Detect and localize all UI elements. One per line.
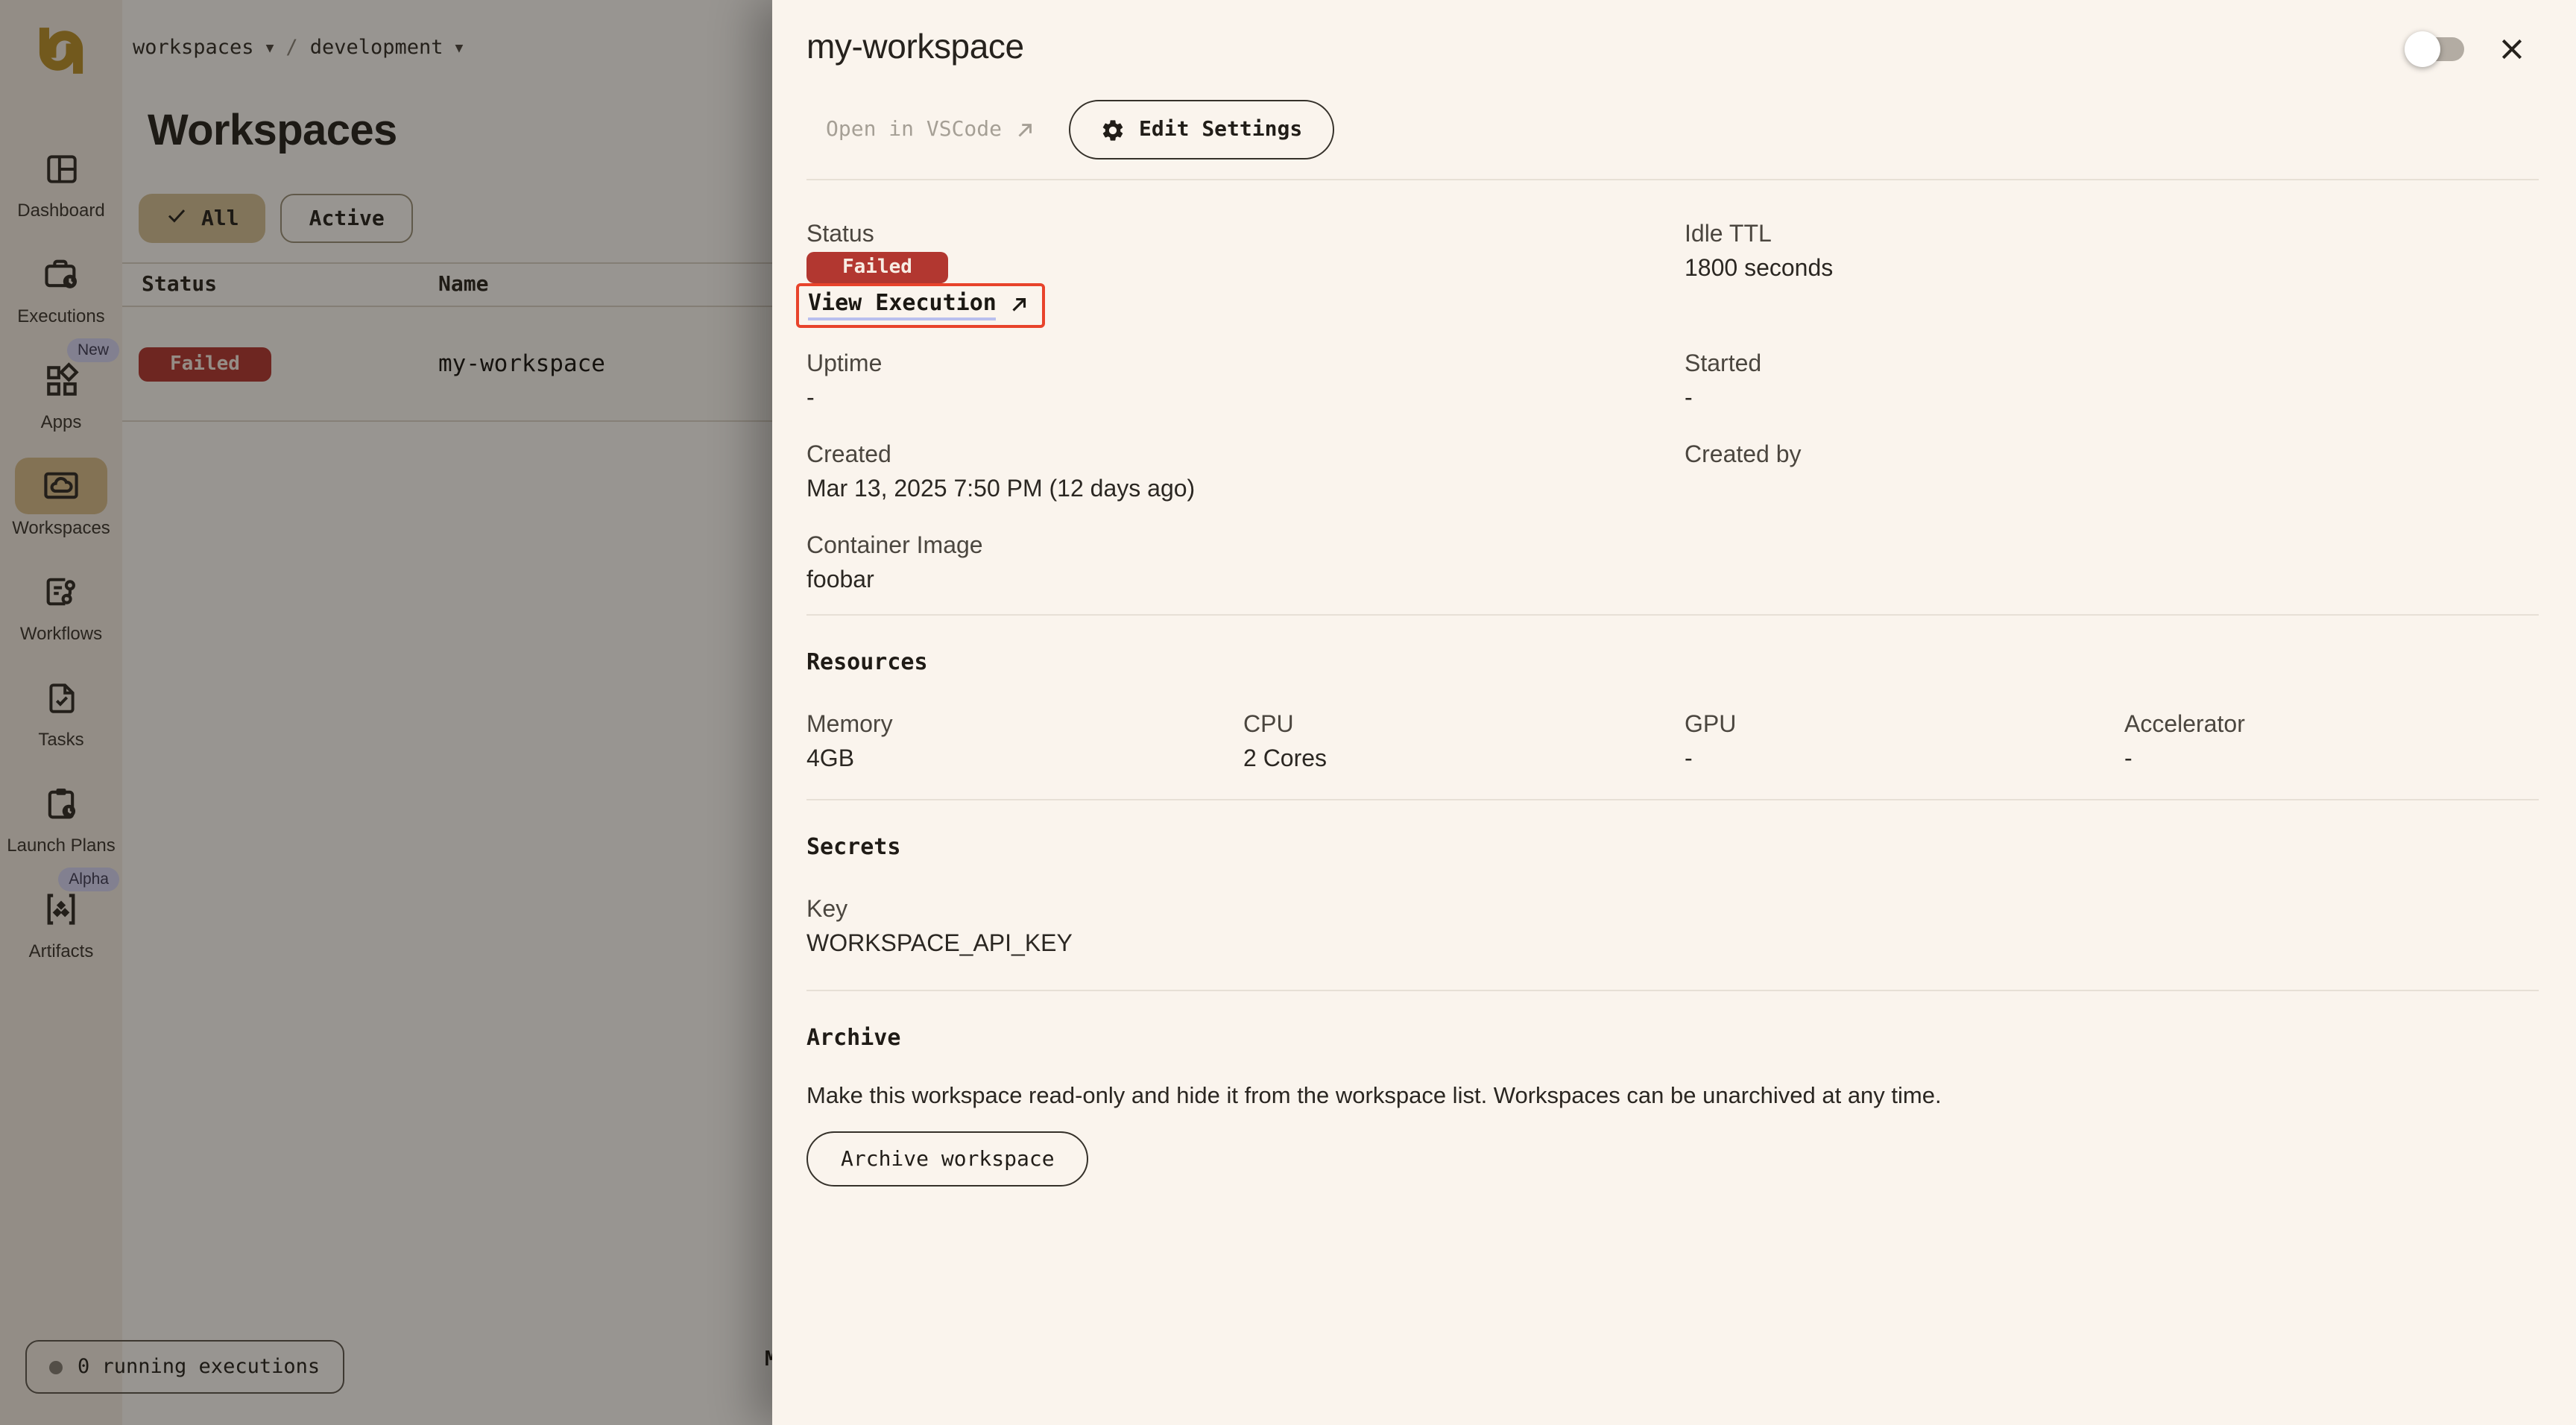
external-link-icon	[1014, 119, 1036, 141]
field-value: Mar 13, 2025 7:50 PM (12 days ago)	[806, 475, 1685, 505]
field-label: Accelerator	[2124, 711, 2539, 741]
field-label: Created	[806, 441, 1685, 471]
drawer-title: my-workspace	[806, 27, 2539, 67]
external-link-icon	[1008, 294, 1031, 316]
field-value: -	[1685, 745, 2124, 775]
field-label: Key	[806, 896, 2539, 926]
resource-accelerator: Accelerator -	[2124, 711, 2539, 775]
status-failed-badge: Failed	[806, 252, 948, 283]
section-divider	[806, 990, 2539, 991]
screen: Dashboard Executions New Apps	[0, 0, 2576, 1425]
field-label: CPU	[1243, 711, 1685, 741]
section-divider	[806, 614, 2539, 616]
field-created-by: Created by	[1685, 441, 2539, 505]
drawer-header: my-workspace Open in VSCode Edit Setting…	[772, 0, 2576, 180]
field-container-image: Container Image foobar	[806, 532, 2539, 596]
field-label: GPU	[1685, 711, 2124, 741]
open-in-vscode-link[interactable]: Open in VSCode	[826, 118, 1036, 142]
header-divider	[806, 179, 2539, 180]
gear-icon	[1100, 117, 1126, 142]
field-value: -	[1685, 385, 2539, 414]
field-value: foobar	[806, 566, 2539, 596]
open-in-vscode-label: Open in VSCode	[826, 118, 1002, 142]
resource-cpu: CPU 2 Cores	[1243, 711, 1685, 775]
field-label: Created by	[1685, 441, 2539, 471]
field-uptime: Uptime -	[806, 350, 1685, 414]
close-icon[interactable]	[2496, 33, 2528, 66]
field-value: 4GB	[806, 745, 1243, 775]
secrets-heading: Secrets	[806, 833, 2539, 860]
field-label: Status	[806, 221, 1685, 250]
field-label: Uptime	[806, 350, 1685, 380]
field-started: Started -	[1685, 350, 2539, 414]
archive-workspace-button[interactable]: Archive workspace	[806, 1131, 1089, 1187]
field-value: 2 Cores	[1243, 745, 1685, 775]
view-execution-link[interactable]: View Execution	[808, 289, 1031, 320]
workspace-detail-drawer: my-workspace Open in VSCode Edit Setting…	[772, 0, 2576, 1425]
view-execution-label: View Execution	[808, 289, 997, 320]
resource-gpu: GPU -	[1685, 711, 2124, 775]
field-value: WORKSPACE_API_KEY	[806, 930, 2539, 960]
section-divider	[806, 799, 2539, 800]
field-created: Created Mar 13, 2025 7:50 PM (12 days ag…	[806, 441, 1685, 505]
annotation-highlight-box: View Execution	[796, 283, 1046, 328]
field-idle-ttl: Idle TTL 1800 seconds	[1685, 221, 2539, 328]
field-label: Idle TTL	[1685, 221, 2539, 250]
field-value: -	[2124, 745, 2539, 775]
archive-heading: Archive	[806, 1024, 2539, 1051]
field-status: Status Failed View Execution	[806, 221, 1685, 328]
secret-key-field: Key WORKSPACE_API_KEY	[806, 896, 2539, 960]
resources-heading: Resources	[806, 648, 2539, 675]
field-value: 1800 seconds	[1685, 255, 2539, 285]
archive-workspace-label: Archive workspace	[841, 1147, 1055, 1171]
field-value: -	[806, 385, 1685, 414]
drawer-toggle[interactable]	[2408, 37, 2464, 61]
edit-settings-label: Edit Settings	[1139, 118, 1302, 142]
field-label: Memory	[806, 711, 1243, 741]
archive-description: Make this workspace read-only and hide i…	[806, 1084, 2539, 1110]
toggle-knob	[2405, 31, 2440, 67]
field-label: Container Image	[806, 532, 2539, 562]
edit-settings-button[interactable]: Edit Settings	[1069, 100, 1333, 159]
drawer-body: Status Failed View Execution Idle TTL 18…	[772, 180, 2576, 1187]
field-label: Started	[1685, 350, 2539, 380]
resource-memory: Memory 4GB	[806, 711, 1243, 775]
